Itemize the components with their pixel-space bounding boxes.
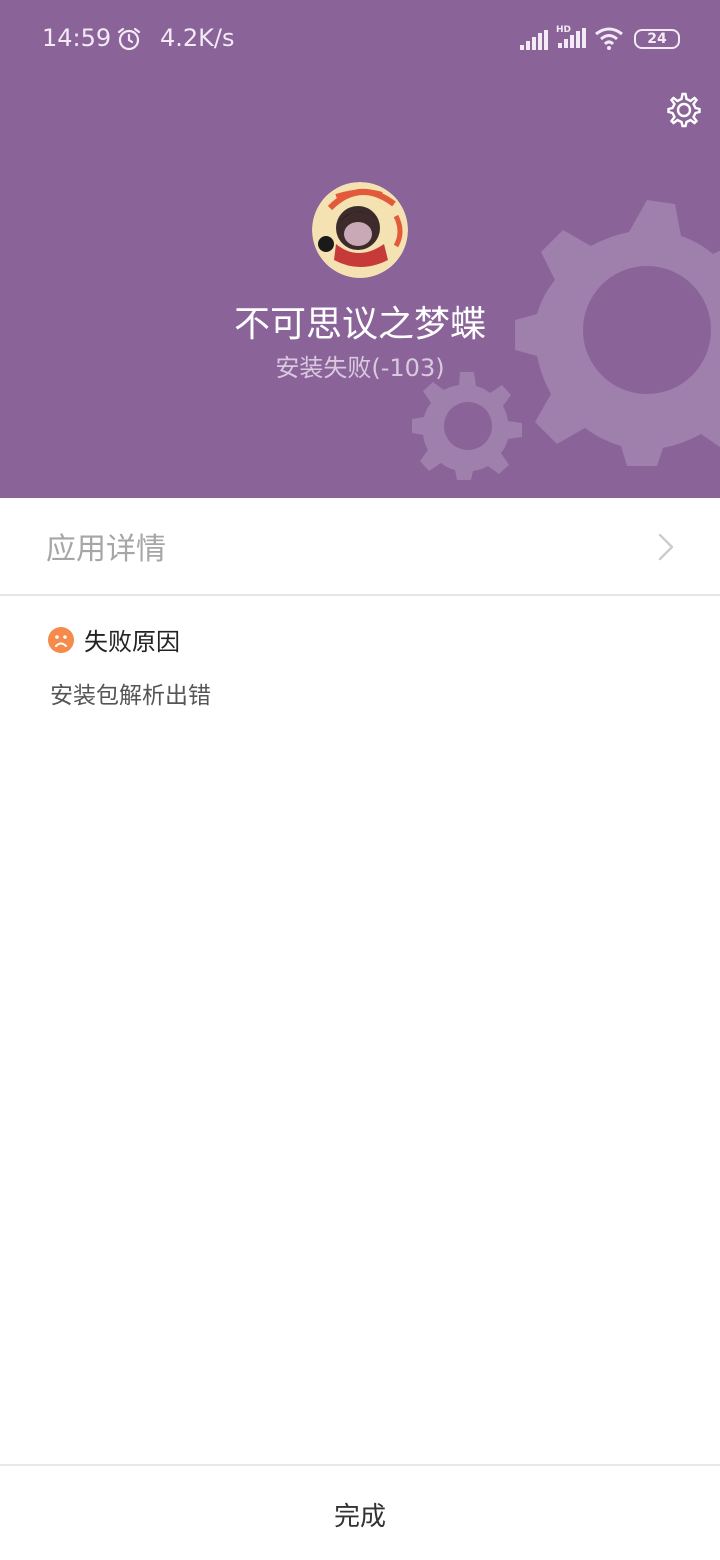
- battery-level: 24: [647, 31, 667, 47]
- status-time: 14:59: [42, 24, 112, 52]
- failure-reason-text: 安装包解析出错: [50, 683, 211, 709]
- battery-icon: 24: [634, 29, 680, 49]
- install-header: 14:59 4.2K/s HD 24 不可思议之梦蝶 安装失败(-103): [0, 0, 720, 498]
- failure-reason-title: 失败原因: [84, 628, 180, 656]
- wifi-icon: [594, 26, 624, 56]
- sad-face-icon: [48, 627, 74, 653]
- install-status: 安装失败(-103): [275, 354, 445, 382]
- status-bar: 14:59 4.2K/s HD 24: [0, 0, 720, 80]
- gear-icon: [667, 92, 701, 128]
- hd-signal-icon: HD: [556, 24, 586, 54]
- app-details-label: 应用详情: [46, 532, 166, 567]
- signal-icon: [520, 28, 548, 56]
- divider: [46, 594, 720, 596]
- bottom-bar: 完成: [0, 1464, 720, 1560]
- network-speed: 4.2K/s: [160, 24, 235, 52]
- settings-button[interactable]: [664, 90, 704, 130]
- app-name: 不可思议之梦蝶: [233, 304, 486, 345]
- decorative-gear-small-icon: [412, 370, 522, 484]
- svg-text:HD: HD: [556, 25, 571, 35]
- done-button[interactable]: 完成: [0, 1466, 720, 1560]
- alarm-icon: [116, 26, 142, 58]
- app-icon: [312, 182, 408, 278]
- chevron-right-icon: [656, 532, 676, 566]
